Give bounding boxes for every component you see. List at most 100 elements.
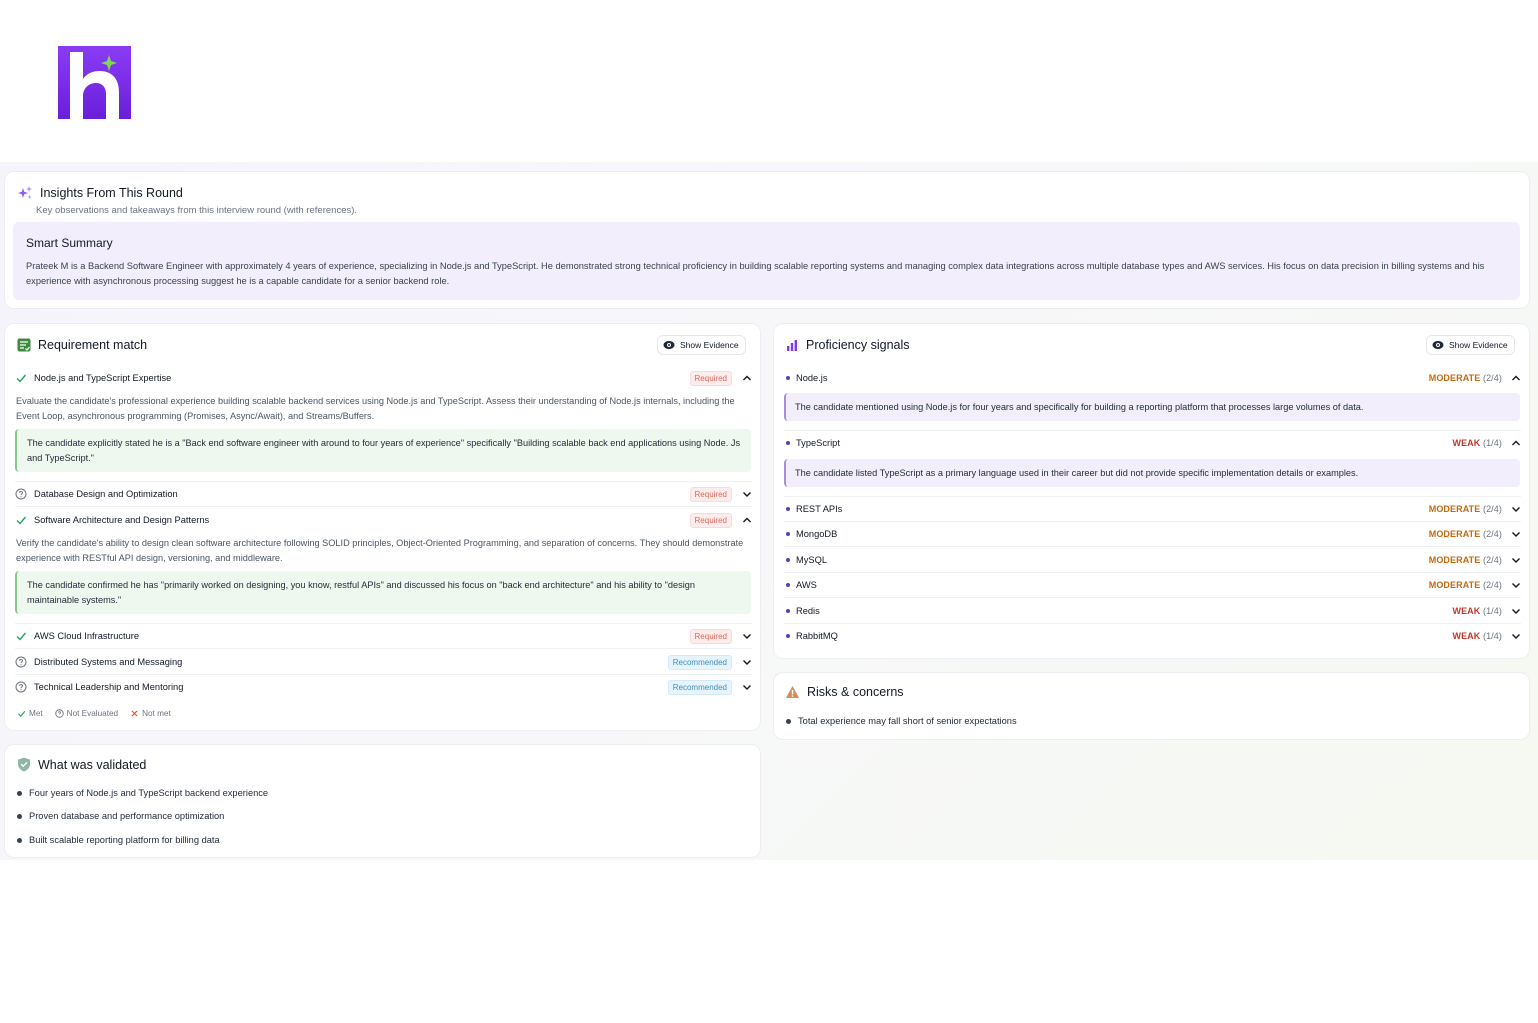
proficiency-evidence: The candidate mentioned using Node.js fo… — [784, 393, 1520, 421]
chevron-down-icon[interactable] — [1511, 631, 1521, 641]
level-badge: MODERATE — [1428, 529, 1481, 539]
bullet — [17, 813, 22, 819]
proficiency-item[interactable]: REST APIs MODERATE (2/4) — [784, 498, 1521, 520]
question-circle-icon — [15, 656, 27, 668]
bullet — [786, 376, 790, 380]
proficiency-item[interactable]: Redis WEAK (1/4) — [784, 600, 1521, 622]
chevron-down-icon[interactable] — [742, 631, 752, 641]
chevron-up-icon[interactable] — [742, 373, 752, 383]
required-badge: Required — [689, 628, 732, 644]
proficiency-item[interactable]: TypeScript WEAK (1/4) — [784, 432, 1521, 454]
required-badge: Required — [689, 370, 732, 386]
recommended-badge: Recommended — [667, 654, 732, 670]
requirement-description: Evaluate the candidate's professional ex… — [16, 396, 735, 421]
chevron-down-icon[interactable] — [1511, 555, 1521, 565]
requirement-label: Database Design and Optimization — [34, 489, 178, 499]
skill-label: MySQL — [796, 555, 827, 565]
check-icon — [16, 632, 27, 641]
level-score: (2/4) — [1482, 373, 1502, 383]
requirement-label: Distributed Systems and Messaging — [34, 657, 183, 667]
requirement-label: Node.js and TypeScript Expertise — [34, 373, 172, 383]
requirement-match-title: Requirement match — [38, 338, 148, 352]
requirement-item[interactable]: Distributed Systems and Messaging Recomm… — [15, 650, 752, 674]
requirement-item[interactable]: Technical Leadership and Mentoring Recom… — [15, 675, 752, 699]
show-evidence-label: Show Evidence — [680, 340, 739, 350]
divider — [784, 430, 1521, 431]
skill-label: Redis — [796, 606, 820, 616]
divider — [15, 506, 752, 507]
requirement-item[interactable]: Database Design and Optimization Require… — [15, 482, 752, 506]
bullet — [786, 441, 790, 445]
brand-logo — [58, 46, 131, 119]
level-score: (2/4) — [1482, 580, 1502, 590]
skill-label: RabbitMQ — [796, 631, 838, 641]
check-icon — [16, 374, 27, 383]
shield-check-icon — [18, 757, 30, 772]
question-circle-icon — [15, 681, 27, 693]
warning-icon — [786, 686, 799, 698]
bullet — [786, 583, 790, 587]
bullet — [17, 837, 22, 843]
bar-chart-icon — [787, 340, 797, 351]
validated-item: Proven database and performance optimiza… — [17, 811, 224, 821]
bullet — [786, 718, 791, 724]
requirement-item[interactable]: AWS Cloud Infrastructure Required — [15, 624, 752, 648]
proficiency-item[interactable]: MongoDB MODERATE (2/4) — [784, 523, 1521, 545]
show-evidence-label: Show Evidence — [1449, 340, 1508, 350]
skill-label: Node.js — [796, 373, 828, 383]
level-badge: MODERATE — [1428, 555, 1481, 565]
requirement-match-card: Requirement match Show Evidence Node.js … — [4, 323, 761, 731]
risk-item: Total experience may fall short of senio… — [786, 716, 1017, 726]
chevron-down-icon[interactable] — [1511, 529, 1521, 539]
divider — [784, 597, 1521, 598]
chevron-down-icon[interactable] — [742, 657, 752, 667]
smart-summary-text: Prateek M is a Backend Software Engineer… — [26, 261, 1485, 286]
smart-summary: Smart Summary Prateek M is a Backend Sof… — [13, 222, 1520, 300]
level-score: (2/4) — [1482, 504, 1502, 514]
bullet — [786, 558, 790, 562]
skill-label: AWS — [796, 580, 817, 590]
bullet — [17, 790, 22, 796]
level-badge: WEAK — [1452, 438, 1481, 448]
validated-item: Built scalable reporting platform for bi… — [17, 835, 220, 845]
checklist-icon — [17, 338, 31, 352]
chevron-down-icon[interactable] — [1511, 504, 1521, 514]
level-score: (2/4) — [1482, 555, 1502, 565]
level-badge: WEAK — [1452, 606, 1481, 616]
validated-title: What was validated — [38, 757, 147, 772]
bullet — [786, 532, 790, 536]
level-badge: MODERATE — [1428, 580, 1481, 590]
chevron-up-icon[interactable] — [1511, 373, 1521, 383]
requirement-item[interactable]: Node.js and TypeScript Expertise Require… — [15, 366, 752, 390]
proficiency-item[interactable]: Node.js MODERATE (2/4) — [784, 367, 1521, 389]
level-badge: WEAK — [1452, 631, 1481, 641]
proficiency-item[interactable]: MySQL MODERATE (2/4) — [784, 549, 1521, 571]
chevron-up-icon[interactable] — [1511, 438, 1521, 448]
check-icon — [16, 516, 27, 525]
insights-title: Insights From This Round — [40, 186, 183, 200]
risks-card: Risks & concerns Total experience may fa… — [773, 672, 1530, 740]
proficiency-item[interactable]: RabbitMQ WEAK (1/4) — [784, 625, 1521, 647]
risks-title: Risks & concerns — [807, 685, 904, 699]
requirement-evidence: The candidate explicitly stated he is a … — [15, 429, 751, 472]
insights-subtitle: Key observations and takeaways from this… — [36, 205, 358, 216]
show-evidence-button[interactable]: Show Evidence — [1426, 335, 1515, 355]
chevron-down-icon[interactable] — [742, 489, 752, 499]
chevron-down-icon[interactable] — [742, 682, 752, 692]
insights-card: Insights From This Round Key observation… — [4, 171, 1530, 309]
requirement-item[interactable]: Software Architecture and Design Pattern… — [15, 508, 752, 532]
requirement-evidence: The candidate confirmed he has "primaril… — [15, 571, 751, 614]
divider — [784, 496, 1521, 497]
legend-not-evaluated: Not Evaluated — [54, 709, 118, 718]
chevron-up-icon[interactable] — [742, 515, 752, 525]
proficiency-item[interactable]: AWS MODERATE (2/4) — [784, 574, 1521, 596]
chevron-down-icon[interactable] — [1511, 606, 1521, 616]
show-evidence-button[interactable]: Show Evidence — [657, 335, 746, 355]
legend-met: Met — [17, 709, 43, 718]
level-score: (1/4) — [1482, 631, 1502, 641]
chevron-down-icon[interactable] — [1511, 580, 1521, 590]
x-icon — [131, 710, 138, 717]
question-circle-icon — [15, 488, 27, 500]
validated-card: What was validated Four years of Node.js… — [4, 744, 761, 858]
divider — [784, 546, 1521, 547]
